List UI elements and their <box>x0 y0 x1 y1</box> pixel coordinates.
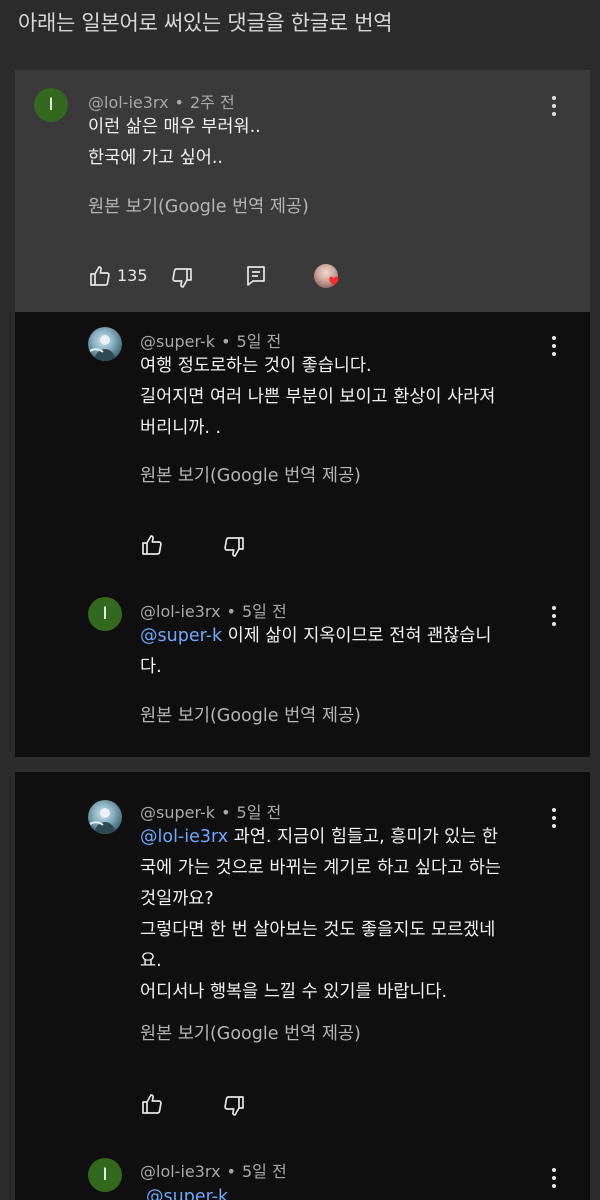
comment-time[interactable]: 5일 전 <box>237 332 282 351</box>
avatar[interactable] <box>88 800 122 834</box>
comment-meta: @super-k • 5일 전 <box>140 332 282 351</box>
comment-text: @lol-ie3rx 과연. 지금이 힘들고, 흥미가 있는 한 국에 가는 것… <box>140 822 501 1008</box>
page-title: 아래는 일본어로 써있는 댓글을 한글로 번역 <box>18 11 393 35</box>
see-original-link[interactable]: 원본 보기(Google 번역 제공) <box>140 462 361 487</box>
comment-line: 다. <box>140 657 162 677</box>
comment-meta: @lol-ie3rx • 5일 전 <box>140 602 287 621</box>
comment-meta: @super-k • 5일 전 <box>140 803 282 822</box>
comment-line: 과연. 지금이 힘들고, 흥미가 있는 한 <box>228 827 498 847</box>
comment-line: 국에 가는 것으로 바뀌는 계기로 하고 싶다고 하는 <box>140 858 501 878</box>
avatar-initial: I <box>48 95 54 115</box>
comment-line: 것일까요? <box>140 889 214 909</box>
comment-time[interactable]: 2주 전 <box>190 93 235 112</box>
avatar-initial: I <box>102 604 108 624</box>
comment-line: 한국에 가고 싶어.. <box>88 148 223 168</box>
avatar[interactable]: I <box>88 1158 122 1192</box>
more-vert-icon[interactable] <box>548 1166 560 1190</box>
more-vert-icon[interactable] <box>548 334 560 358</box>
comment-line: 어디서나 행복을 느낄 수 있기를 바랍니다. <box>140 982 448 1002</box>
mention-link[interactable]: @super-k <box>140 626 222 646</box>
comment-meta: @lol-ie3rx • 5일 전 <box>140 1162 287 1181</box>
comment-text: @super-k 이제 삶이 지옥이므로 전혀 괜찮습니 다. <box>140 621 491 683</box>
avatar[interactable] <box>88 327 122 361</box>
thumb-down-icon[interactable] <box>222 1094 246 1118</box>
comment-author[interactable]: @lol-ie3rx <box>140 1162 221 1181</box>
avatar[interactable]: I <box>88 597 122 631</box>
heart-icon: ♥ <box>328 275 340 290</box>
avatar-initial: I <box>102 1165 108 1185</box>
comment-time[interactable]: 5일 전 <box>242 1162 287 1181</box>
see-original-link[interactable]: 원본 보기(Google 번역 제공) <box>140 702 361 727</box>
comment-meta: @lol-ie3rx • 2주 전 <box>88 93 235 112</box>
thumb-up-icon[interactable] <box>140 1092 164 1116</box>
comment-time[interactable]: 5일 전 <box>237 803 282 822</box>
avatar[interactable]: I <box>34 88 68 122</box>
creator-heart-icon: ♥ <box>314 264 344 294</box>
more-vert-icon[interactable] <box>548 94 560 118</box>
comment-line: 요. <box>140 951 162 971</box>
comment-time[interactable]: 5일 전 <box>242 602 287 621</box>
thumb-down-icon[interactable] <box>222 535 246 559</box>
see-original-link[interactable]: 원본 보기(Google 번역 제공) <box>140 1020 361 1045</box>
comment-line: 여행 정도로하는 것이 좋습니다. <box>140 356 372 376</box>
comment-line: 길어지면 여러 나쁜 부분이 보이고 환상이 사라져 <box>140 387 496 407</box>
mention-link[interactable]: @lol-ie3rx <box>140 827 228 847</box>
comment-text: 이런 삶은 매우 부러워.. 한국에 가고 싶어.. <box>88 112 261 174</box>
see-original-link[interactable]: 원본 보기(Google 번역 제공) <box>88 193 309 218</box>
thumb-up-icon[interactable] <box>140 533 164 557</box>
comment-text: @super-k <box>146 1182 228 1200</box>
more-vert-icon[interactable] <box>548 806 560 830</box>
comment-line: 버리니까. . <box>140 418 222 438</box>
comment-author[interactable]: @lol-ie3rx <box>88 93 169 112</box>
comment-line: 이런 삶은 매우 부러워.. <box>88 117 261 137</box>
comment-author[interactable]: @super-k <box>140 332 215 351</box>
comment-author[interactable]: @super-k <box>140 803 215 822</box>
thumb-up-icon[interactable] <box>88 264 112 288</box>
comment-author[interactable]: @lol-ie3rx <box>140 602 221 621</box>
like-count: 135 <box>117 266 148 285</box>
comment-line: 이제 삶이 지옥이므로 전혀 괜찮습니 <box>222 626 492 646</box>
page: 아래는 일본어로 써있는 댓글을 한글로 번역 I @lol-ie3rx • 2주 … <box>0 0 600 1200</box>
comment-text: 여행 정도로하는 것이 좋습니다. 길어지면 여러 나쁜 부분이 보이고 환상이… <box>140 351 495 444</box>
reply-icon[interactable] <box>244 264 268 288</box>
thumb-down-icon[interactable] <box>170 266 194 290</box>
mention-link[interactable]: @super-k <box>146 1187 228 1200</box>
comment-line: 그렇다면 한 번 살아보는 것도 좋을지도 모르겠네 <box>140 920 496 940</box>
more-vert-icon[interactable] <box>548 604 560 628</box>
